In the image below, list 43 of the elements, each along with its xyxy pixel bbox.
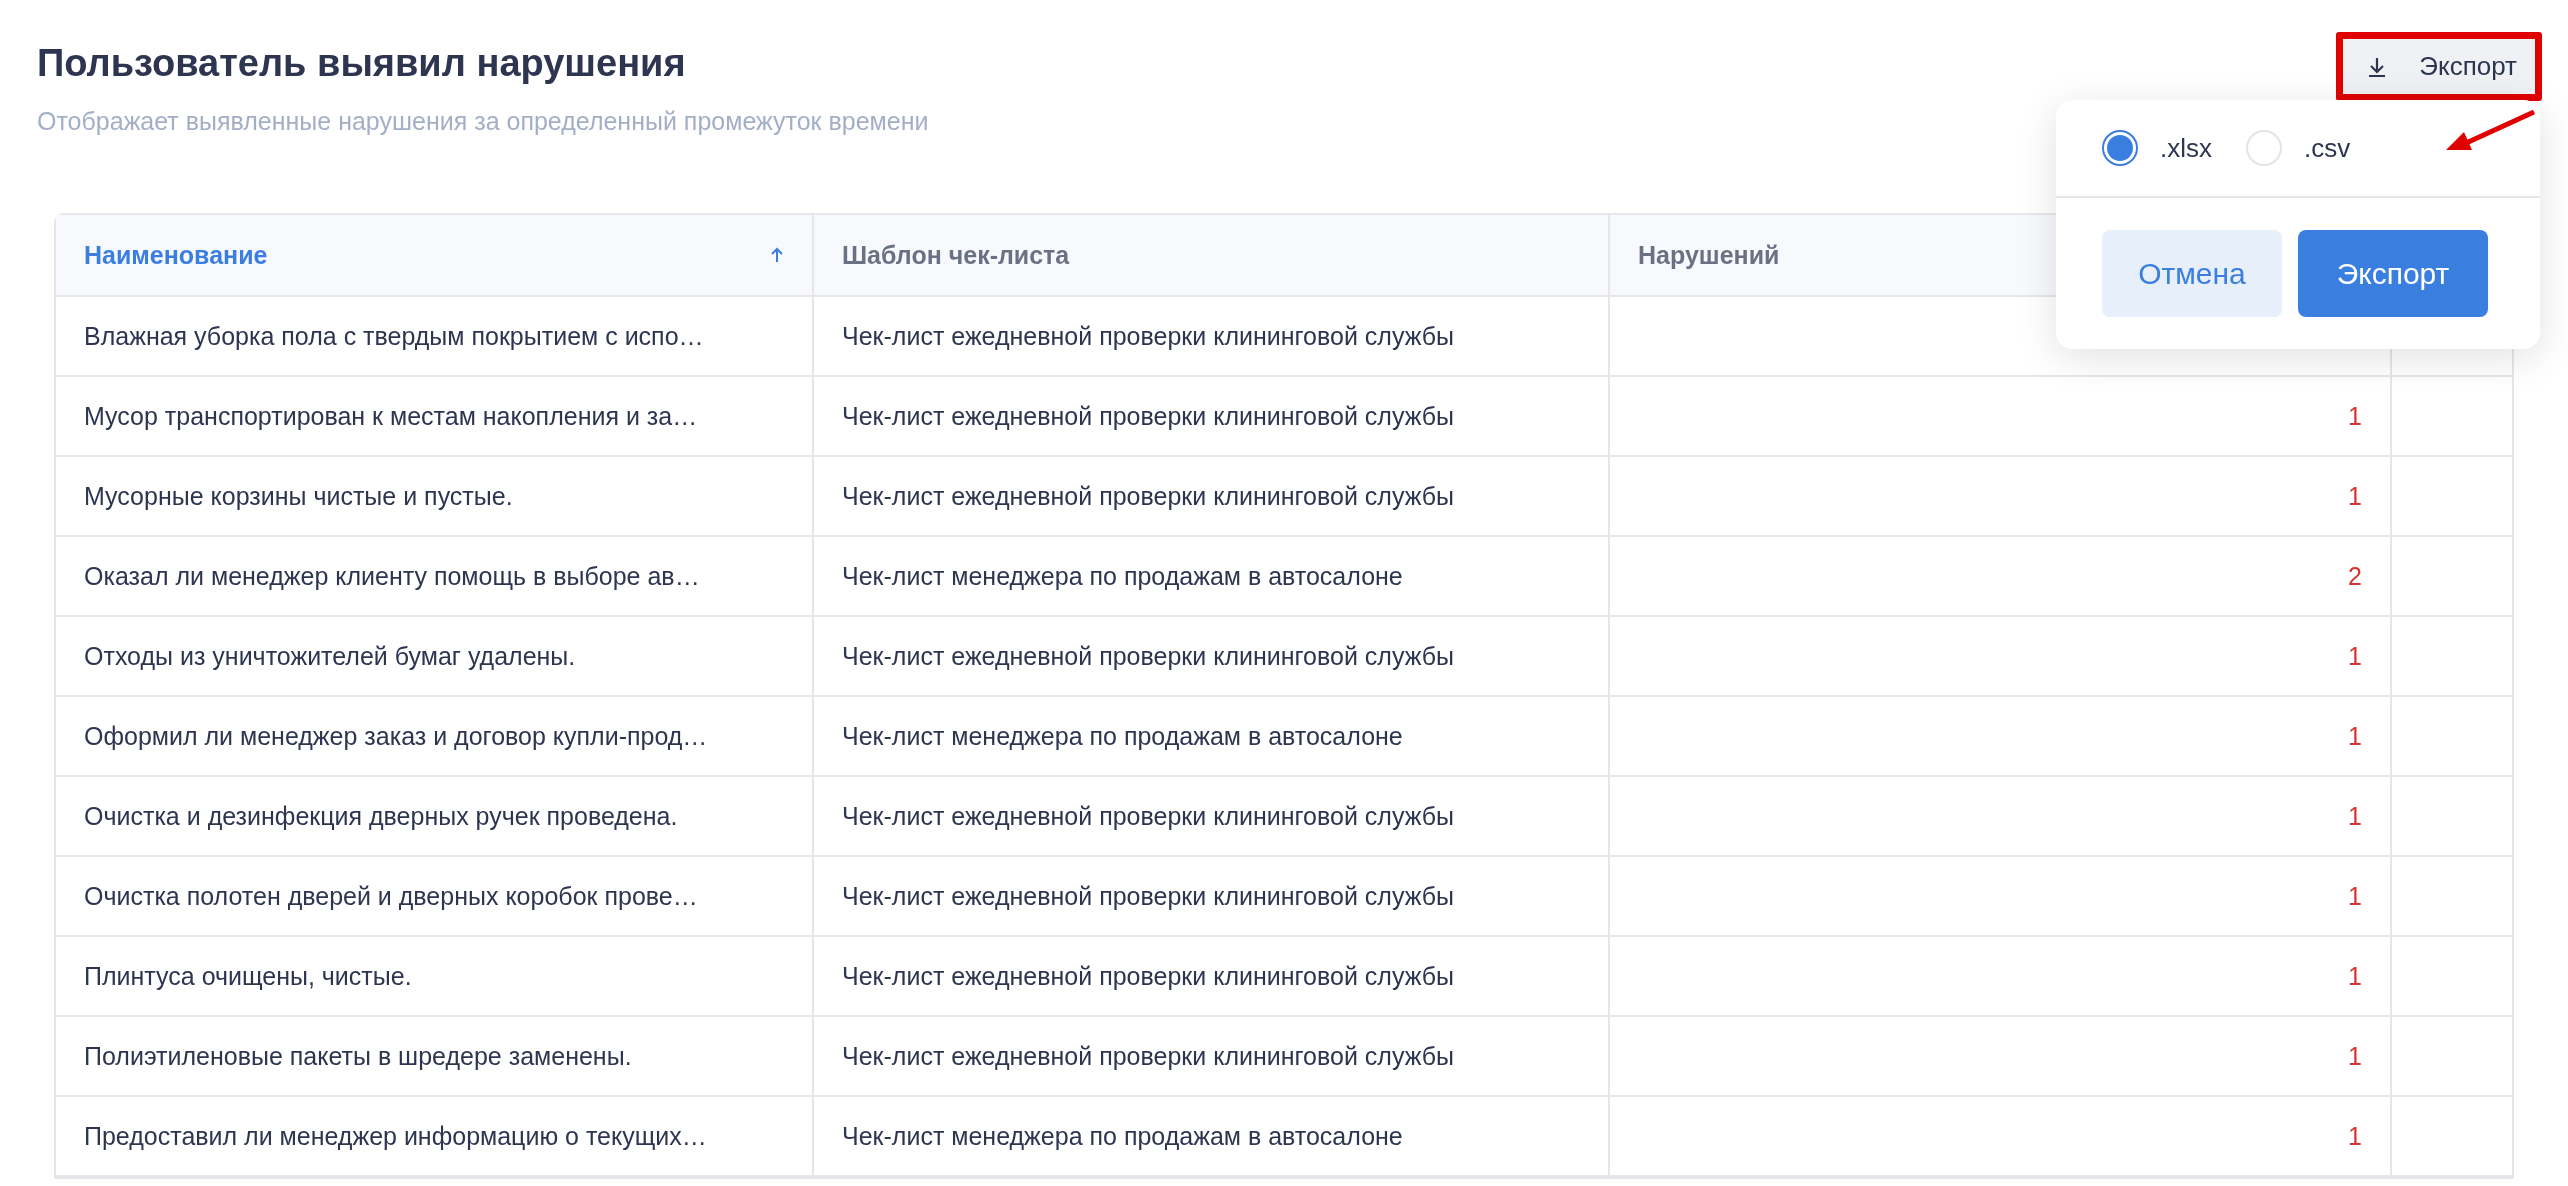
- export-button[interactable]: Экспорт: [2343, 39, 2535, 94]
- violation-count: 1: [1610, 377, 2392, 457]
- table-cell: Отходы из уничтожителей бумаг удалены.: [56, 617, 814, 697]
- column-header[interactable]: Наименование: [56, 215, 814, 297]
- violation-count: 1: [1610, 457, 2392, 537]
- table-cell: Полиэтиленовые пакеты в шредере заменены.: [56, 1017, 814, 1097]
- table-cell: Чек-лист ежедневной проверки клининговой службы: [814, 457, 1610, 537]
- table-cell: Влажная уборка пола с твердым покрытием с испо…: [56, 297, 814, 377]
- table-cell: Чек-лист ежедневной проверки клининговой службы: [814, 617, 1610, 697]
- sort-arrow-icon: [770, 247, 784, 263]
- table-cell: Мусорные корзины чистые и пустые.: [56, 457, 814, 537]
- table-cell: Чек-лист менеджера по продажам в автосалоне: [814, 697, 1610, 777]
- violation-count: 1: [1610, 697, 2392, 777]
- table-cell: Чек-лист ежедневной проверки клининговой службы: [814, 297, 1610, 377]
- table-cell: Оказал ли менеджер клиенту помощь в выборе ав…: [56, 537, 814, 617]
- export-confirm-button[interactable]: Экспорт: [2298, 230, 2488, 317]
- table-cell: Чек-лист ежедневной проверки клининговой службы: [814, 937, 1610, 1017]
- format-label: .xlsx: [2160, 132, 2212, 164]
- table-cell: Чек-лист ежедневной проверки клининговой службы: [814, 857, 1610, 937]
- table-cell: Очистка и дезинфекция дверных ручек проведена.: [56, 777, 814, 857]
- page-subtitle: Отображает выявленные нарушения за определенный промежуток времени: [37, 107, 929, 136]
- table-cell: Чек-лист менеджера по продажам в автосалоне: [814, 1097, 1610, 1177]
- violation-count: 1: [1610, 617, 2392, 697]
- violation-count: 1: [1610, 777, 2392, 857]
- table-cell: Чек-лист менеджера по продажам в автосалоне: [814, 537, 1610, 617]
- violation-count: 1: [1610, 937, 2392, 1017]
- table-cell: Чек-лист ежедневной проверки клининговой службы: [814, 777, 1610, 857]
- violation-count: 2: [1610, 537, 2392, 617]
- format-label: .csv: [2304, 132, 2351, 164]
- table-cell: Оформил ли менеджер заказ и договор купли-прод…: [56, 697, 814, 777]
- table-cell: Чек-лист ежедневной проверки клининговой службы: [814, 377, 1610, 457]
- table-cell: Очистка полотен дверей и дверных коробок прове…: [56, 857, 814, 937]
- violation-count: 1: [1610, 857, 2392, 937]
- column-header[interactable]: Шаблон чек-листа: [814, 215, 1610, 297]
- radio-button[interactable]: [2102, 130, 2138, 166]
- violation-count: 1: [1610, 1017, 2392, 1097]
- violation-count: 1: [1610, 1097, 2392, 1177]
- table-cell: Плинтуса очищены, чистые.: [56, 937, 814, 1017]
- table-cell: Чек-лист ежедневной проверки клининговой службы: [814, 1017, 1610, 1097]
- cancel-button[interactable]: Отмена: [2102, 230, 2282, 317]
- table-cell: Предоставил ли менеджер информацию о текущих…: [56, 1097, 814, 1177]
- page-title: Пользователь выявил нарушения: [37, 42, 687, 85]
- table-cell: Мусор транспортирован к местам накопления и за…: [56, 377, 814, 457]
